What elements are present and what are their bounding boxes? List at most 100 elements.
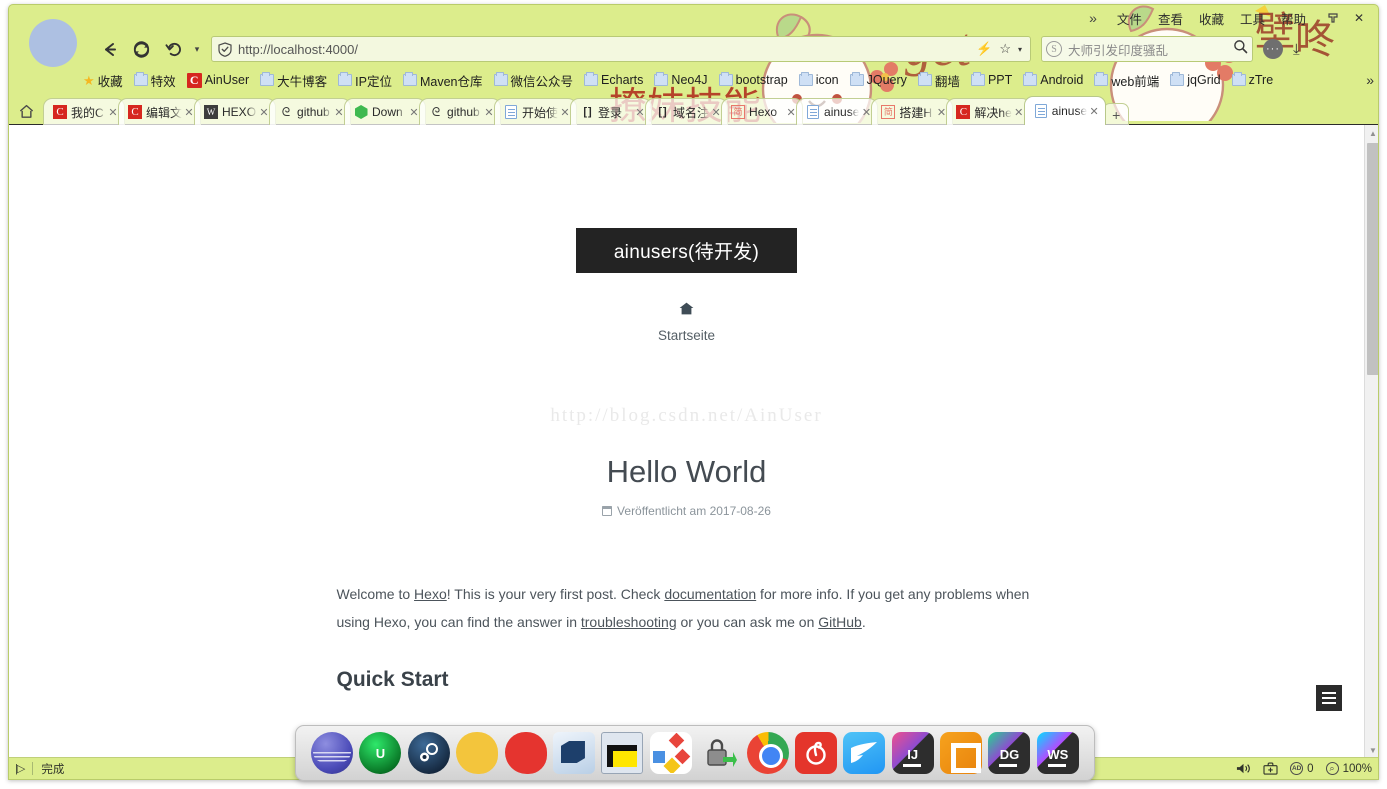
dock-item-crystaldiskinfo[interactable] bbox=[310, 731, 354, 775]
dock-item-datagrip[interactable]: DG bbox=[987, 731, 1031, 775]
dock-item-google-chrome[interactable] bbox=[746, 731, 790, 775]
dock-item-vmware[interactable] bbox=[939, 731, 983, 775]
tab[interactable]: [ ] 域名注 ✕ bbox=[645, 98, 729, 125]
close-window-button[interactable]: ✕ bbox=[1346, 8, 1372, 28]
tab[interactable]: C 我的C ✕ bbox=[43, 98, 125, 125]
dock-item-virtualbox[interactable] bbox=[552, 731, 596, 775]
search-icon[interactable] bbox=[1233, 39, 1248, 59]
bookmark-item[interactable]: jqGrid bbox=[1170, 72, 1221, 87]
user-avatar[interactable] bbox=[29, 19, 77, 67]
bookmark-item[interactable]: Echarts bbox=[584, 72, 643, 87]
bookmark-item[interactable]: 翻墙 bbox=[917, 71, 960, 90]
dock-item-foxmail[interactable] bbox=[842, 731, 886, 775]
doc-icon bbox=[504, 105, 518, 119]
tab[interactable]: W HEXO ✕ bbox=[194, 98, 277, 125]
bookmark-item[interactable]: zTre bbox=[1231, 72, 1273, 87]
dock-item-app-red[interactable] bbox=[504, 731, 548, 775]
menu-help[interactable]: 帮助 bbox=[1281, 9, 1306, 28]
speaker-icon[interactable] bbox=[1236, 762, 1251, 775]
zoom-control[interactable]: ⌕ 100% bbox=[1325, 762, 1372, 775]
toolbox-icon[interactable] bbox=[1263, 762, 1278, 775]
menu-overflow-icon[interactable]: » bbox=[1089, 10, 1097, 26]
url-text[interactable]: http://localhost:4000/ bbox=[238, 42, 976, 57]
bookmark-item[interactable]: C AinUser bbox=[186, 72, 249, 88]
downloads-icon[interactable]: ⤓ bbox=[1293, 41, 1300, 58]
bookmark-item[interactable]: 大牛博客 bbox=[260, 71, 327, 90]
play-step-icon[interactable]: |▷ bbox=[15, 762, 25, 775]
bookmarks-overflow-icon[interactable]: » bbox=[1360, 72, 1374, 88]
tab[interactable]: C 解决he ✕ bbox=[946, 98, 1031, 125]
page-scrollbar[interactable]: ▲ ▼ bbox=[1364, 125, 1378, 759]
ad-blocker-status[interactable]: AD 0 bbox=[1290, 762, 1314, 775]
bookmark-item[interactable]: web前端 bbox=[1094, 71, 1159, 90]
bookmark-star-icon[interactable]: ☆ bbox=[999, 41, 1011, 57]
back-arrow-icon[interactable] bbox=[95, 35, 123, 63]
browser-toolbar: ▾ http://localhost:4000/ ⚡ ☆ ▾ S 大师引发印度骚… bbox=[9, 31, 1378, 67]
bookmark-item[interactable]: bootstrap bbox=[718, 72, 788, 87]
dock-item-intellij-idea[interactable]: IJ bbox=[891, 731, 935, 775]
site-title[interactable]: ainusers(待开发) bbox=[575, 228, 798, 273]
menu-file[interactable]: 文件 bbox=[1117, 9, 1142, 28]
tab[interactable]: C 编辑文 ✕ bbox=[118, 98, 202, 125]
browser-menu-button[interactable]: ··· bbox=[1263, 39, 1283, 59]
nav-home-label[interactable]: Startseite bbox=[9, 328, 1364, 343]
bookmark-item[interactable]: Maven仓库 bbox=[402, 71, 483, 90]
site-header: ainusers(待开发) bbox=[9, 125, 1364, 273]
bookmark-label: Android bbox=[1040, 73, 1084, 87]
close-tab-icon[interactable]: ✕ bbox=[1087, 105, 1101, 118]
dock-item-webstorm[interactable]: WS bbox=[1036, 731, 1080, 775]
tab[interactable]: 简搭建H ✕ bbox=[871, 98, 954, 125]
bookmark-item[interactable]: icon bbox=[798, 72, 839, 87]
search-box[interactable]: S 大师引发印度骚乱 bbox=[1041, 36, 1253, 62]
site-nav: Startseite bbox=[9, 302, 1364, 343]
tab[interactable]: 开始使 ✕ bbox=[494, 98, 578, 125]
hexo-link[interactable]: Hexo bbox=[414, 586, 447, 602]
menu-tools[interactable]: 工具 bbox=[1240, 9, 1265, 28]
troubleshooting-link[interactable]: troubleshooting bbox=[581, 614, 677, 630]
tab-active[interactable]: ainuse ✕ bbox=[1023, 96, 1107, 125]
dock-item-netease-music[interactable] bbox=[794, 731, 838, 775]
tab[interactable]: ᘓ github ✕ bbox=[269, 98, 352, 125]
tab[interactable]: [ ] 登录 ✕ bbox=[570, 98, 653, 125]
dock-item-lock-app[interactable] bbox=[697, 731, 741, 775]
scroll-up-arrow[interactable]: ▲ bbox=[1365, 125, 1378, 142]
history-caret-icon[interactable]: ▾ bbox=[191, 35, 203, 63]
hamburger-menu-icon[interactable] bbox=[1316, 685, 1342, 711]
bookmark-item[interactable]: 特效 bbox=[133, 71, 176, 90]
menu-view[interactable]: 查看 bbox=[1158, 9, 1183, 28]
tab[interactable]: ainuse ✕ bbox=[796, 98, 879, 125]
address-bar[interactable]: http://localhost:4000/ ⚡ ☆ ▾ bbox=[211, 36, 1031, 62]
scrollbar-thumb[interactable] bbox=[1367, 143, 1378, 375]
bookmark-label: Maven仓库 bbox=[419, 74, 483, 89]
search-input[interactable]: 大师引发印度骚乱 bbox=[1068, 40, 1233, 59]
dock-item-steam[interactable] bbox=[407, 731, 451, 775]
home-button[interactable] bbox=[9, 97, 43, 125]
lightning-icon[interactable]: ⚡ bbox=[976, 41, 992, 57]
bookmark-item[interactable]: JQuery bbox=[849, 72, 907, 87]
tab[interactable]: Down ✕ bbox=[344, 98, 427, 125]
documentation-link[interactable]: documentation bbox=[664, 586, 756, 602]
reload-icon[interactable] bbox=[127, 35, 155, 63]
history-undo-icon[interactable] bbox=[159, 35, 187, 63]
address-caret-icon[interactable]: ▾ bbox=[1018, 45, 1022, 54]
tab[interactable]: ᘓ github ✕ bbox=[419, 98, 502, 125]
bookmark-item[interactable]: Android bbox=[1023, 72, 1084, 87]
github-link[interactable]: GitHub bbox=[818, 614, 862, 630]
bookmark-item[interactable]: Neo4J bbox=[654, 72, 708, 87]
dock-item-command-prompt[interactable] bbox=[600, 731, 644, 775]
bookmark-item[interactable]: 微信公众号 bbox=[493, 71, 573, 90]
bookmark-item[interactable]: ★ 收藏 bbox=[83, 71, 123, 90]
tab[interactable]: 简 Hexo ✕ bbox=[721, 98, 804, 125]
jianshu-icon: 简 bbox=[881, 105, 896, 119]
home-icon[interactable] bbox=[9, 302, 1364, 318]
bookmark-item[interactable]: IP定位 bbox=[338, 71, 392, 90]
new-tab-button[interactable]: + bbox=[1103, 103, 1130, 125]
menu-favorites[interactable]: 收藏 bbox=[1199, 9, 1224, 28]
pin-window-icon[interactable] bbox=[1320, 8, 1346, 28]
dock-item-diagram-app[interactable] bbox=[649, 731, 693, 775]
bookmark-item[interactable]: PPT bbox=[970, 72, 1013, 87]
post-meta-prefix: Veröffentlicht am bbox=[617, 504, 707, 518]
dock-item-iobit-uninstaller[interactable]: U bbox=[358, 731, 402, 775]
bookmark-label: PPT bbox=[987, 73, 1013, 87]
dock-item-app-yellow[interactable] bbox=[455, 731, 499, 775]
